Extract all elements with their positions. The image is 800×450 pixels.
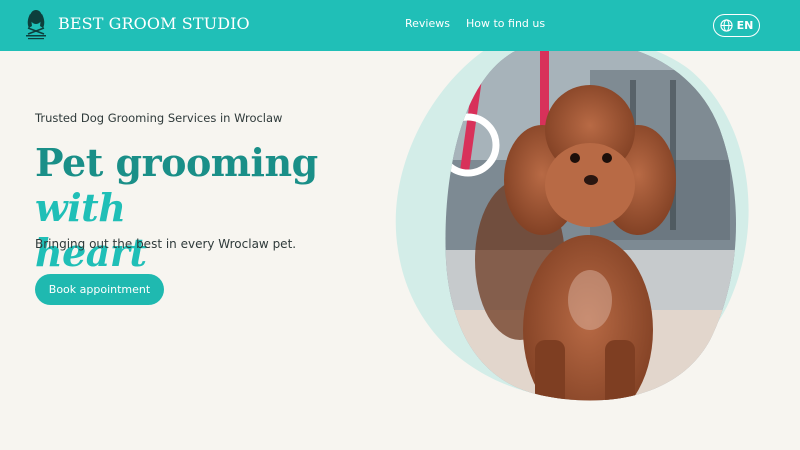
headline-main: Pet grooming bbox=[35, 140, 318, 185]
headline-accent-with: with bbox=[35, 185, 126, 230]
hero-subheading: Bringing out the best in every Wroclaw p… bbox=[35, 237, 297, 251]
brand-name[interactable]: BEST GROOM STUDIO bbox=[58, 14, 250, 33]
language-label: EN bbox=[736, 19, 754, 32]
language-switcher-button[interactable]: EN bbox=[713, 14, 760, 37]
book-appointment-button[interactable]: Book appointment bbox=[35, 274, 164, 305]
nav-link-reviews[interactable]: Reviews bbox=[405, 17, 450, 30]
poodle-photo bbox=[445, 40, 737, 401]
site-header: BEST GROOM STUDIO Reviews How to find us… bbox=[0, 0, 800, 51]
nav-link-how-to-find-us[interactable]: How to find us bbox=[466, 17, 545, 30]
hero-headline: Pet grooming with heart bbox=[35, 140, 395, 275]
globe-icon bbox=[719, 19, 733, 32]
dog-logo-icon[interactable] bbox=[22, 8, 50, 42]
hero-tagline: Trusted Dog Grooming Services in Wroclaw bbox=[35, 111, 283, 125]
